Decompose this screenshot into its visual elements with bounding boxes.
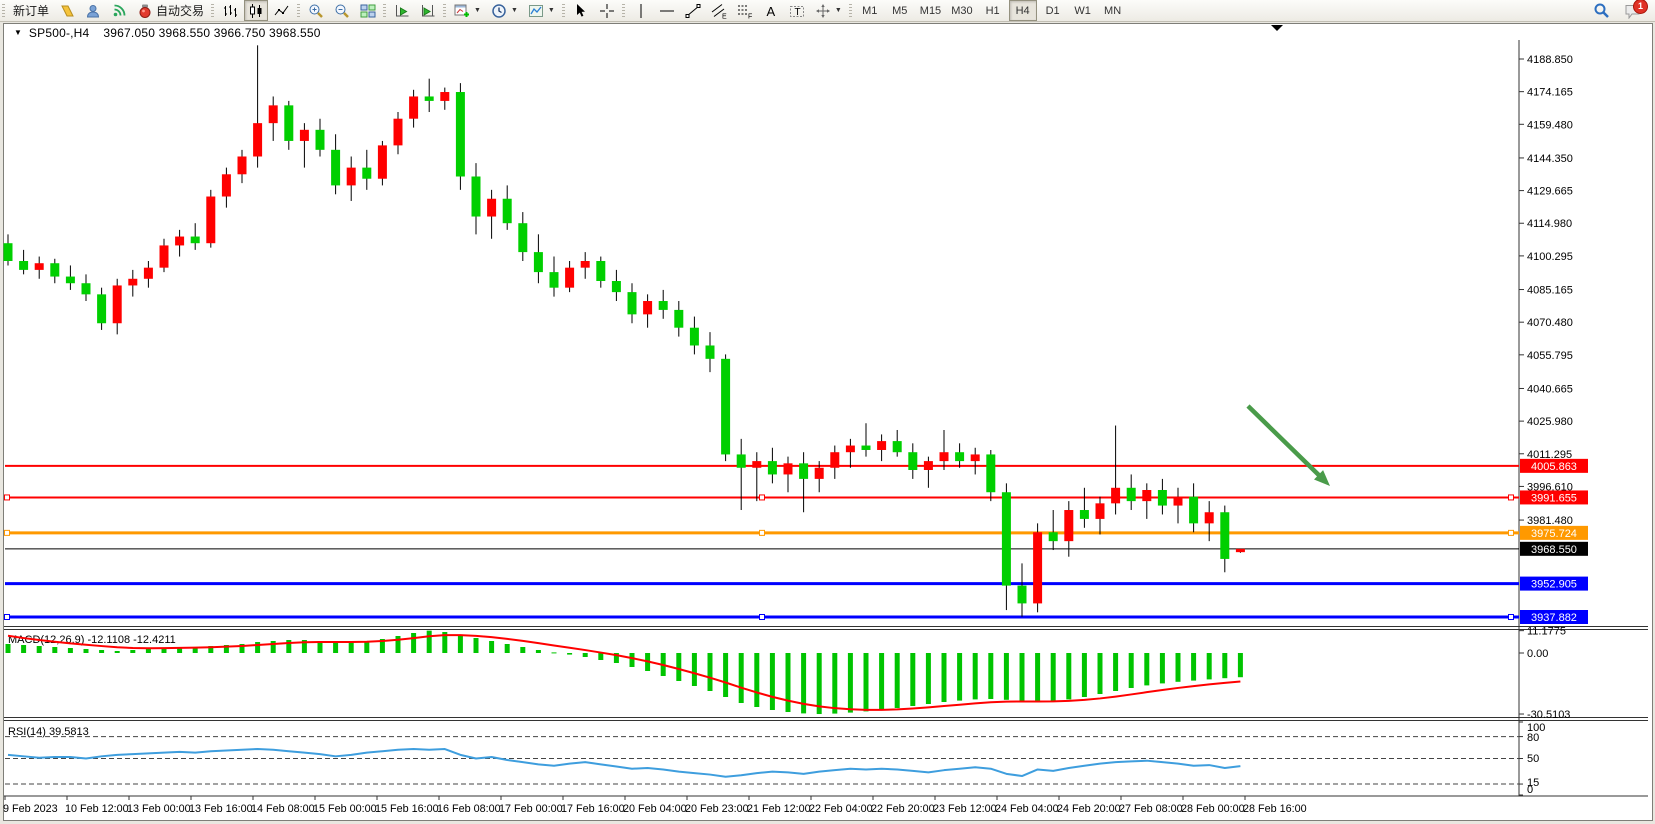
zoom-out-icon — [334, 3, 350, 19]
notification-badge: 1 — [1633, 0, 1648, 14]
svg-text:A: A — [766, 4, 775, 19]
chart-ohlc-values: 3967.050 3968.550 3966.750 3968.550 — [103, 26, 320, 40]
auto-scroll-button[interactable] — [390, 0, 414, 21]
bar-chart-button[interactable] — [218, 0, 242, 21]
channel-button[interactable]: E — [707, 0, 731, 21]
text-label-button[interactable]: T — [785, 0, 809, 21]
chart-symbol-period: SP500-,H4 — [29, 26, 90, 40]
chart-shift-button[interactable] — [416, 0, 440, 21]
candlestick-icon — [248, 3, 264, 19]
news-icon — [111, 3, 127, 19]
crosshair-button[interactable] — [595, 0, 619, 21]
vline-icon — [633, 3, 649, 19]
text-button[interactable]: A — [759, 0, 783, 21]
new-order-button-label: 新订单 — [13, 2, 49, 19]
templates-button[interactable]: ▼ — [524, 0, 559, 21]
tf-m5-button-label: M5 — [892, 5, 907, 17]
tile-windows-icon — [360, 3, 376, 19]
candlestick-button[interactable] — [244, 0, 268, 21]
toolbar-group-trade: 新订单 自动交易 — [0, 0, 209, 22]
tf-m1-button-label: M1 — [862, 5, 877, 17]
crosshair-icon — [599, 3, 615, 19]
dropdown-caret-icon[interactable]: ▼ — [548, 7, 555, 14]
toolbar-group-objects: E F A T ▼ — [620, 0, 847, 22]
arrows-button[interactable]: ▼ — [811, 0, 846, 21]
trendline-icon — [685, 3, 701, 19]
bar-chart-icon — [222, 3, 238, 19]
svg-text:F: F — [748, 13, 752, 19]
tf-mn-button[interactable]: MN — [1099, 0, 1127, 21]
fibonacci-button[interactable]: F — [733, 0, 757, 21]
cursor-button[interactable] — [569, 0, 593, 21]
auto-scroll-icon — [394, 3, 410, 19]
fibonacci-icon: F — [737, 3, 753, 19]
cursor-icon — [573, 3, 589, 19]
toolbar-group-scroll — [381, 0, 441, 22]
tile-windows-button[interactable] — [356, 0, 380, 21]
horizontal-line-button[interactable] — [655, 0, 679, 21]
tf-mn-button-label: MN — [1104, 5, 1121, 17]
tf-d1-button[interactable]: D1 — [1039, 0, 1067, 21]
zoom-in-button[interactable] — [304, 0, 328, 21]
new-chart-icon — [454, 3, 470, 19]
tf-w1-button[interactable]: W1 — [1069, 0, 1097, 21]
tf-m15-button-label: M15 — [920, 5, 941, 17]
tf-m5-button[interactable]: M5 — [886, 0, 914, 21]
tf-h4-button-label: H4 — [1016, 5, 1030, 17]
dropdown-caret-icon[interactable]: ▼ — [474, 7, 481, 14]
tf-m15-button[interactable]: M15 — [916, 0, 945, 21]
community-button[interactable] — [81, 0, 105, 21]
chart-titlebar[interactable]: ▼ SP500-,H4 3967.050 3968.550 3966.750 3… — [4, 24, 1652, 41]
svg-text:E: E — [722, 13, 727, 19]
zoom-out-button[interactable] — [330, 0, 354, 21]
toolbar-right: 1 — [1588, 0, 1655, 21]
tf-m30-button-label: M30 — [951, 5, 972, 17]
toolbar-group-new: ▼ ▼ ▼ — [441, 0, 560, 22]
autotrading-icon — [137, 3, 153, 19]
toolbar-group-timeframes: M1 M5 M15 M30 H1 H4 D1 W1 MN — [847, 0, 1128, 22]
new-order-button[interactable]: 新订单 — [9, 0, 53, 21]
toolbar-group-chart-type — [209, 0, 295, 22]
text-icon: A — [763, 3, 779, 19]
metaeditor-button[interactable] — [55, 0, 79, 21]
vertical-line-button[interactable] — [629, 0, 653, 21]
dropdown-caret-icon[interactable]: ▼ — [511, 7, 518, 14]
template-icon — [528, 3, 544, 19]
channel-icon: E — [711, 3, 727, 19]
main-toolbar: 新订单 自动交易 ▼ ▼ ▼ E F A T ▼ M1 M5 M15 M30 H1 H4 D1 W1 MN 1 — [0, 0, 1655, 22]
tf-m1-button[interactable]: M1 — [856, 0, 884, 21]
line-chart-icon — [274, 3, 290, 19]
metaquotes-icon — [59, 3, 75, 19]
news-button[interactable] — [107, 0, 131, 21]
toolbar-group-pointer — [560, 0, 620, 22]
text-label-icon: T — [789, 3, 805, 19]
symbol-dropdown-icon[interactable]: ▼ — [14, 28, 22, 37]
autotrading-button-label: 自动交易 — [156, 2, 204, 19]
autotrading-button[interactable]: 自动交易 — [133, 0, 208, 21]
chart-shift-icon — [420, 3, 436, 19]
dropdown-caret-icon[interactable]: ▼ — [835, 7, 842, 14]
tf-w1-button-label: W1 — [1074, 5, 1091, 17]
svg-text:T: T — [794, 7, 800, 18]
search-icon — [1593, 2, 1610, 19]
trendline-button[interactable] — [681, 0, 705, 21]
line-chart-button[interactable] — [270, 0, 294, 21]
tf-h1-button[interactable]: H1 — [979, 0, 1007, 21]
tf-m30-button[interactable]: M30 — [947, 0, 976, 21]
profiles-button[interactable]: ▼ — [487, 0, 522, 21]
notifications-button[interactable]: 1 — [1616, 0, 1646, 21]
toolbar-group-zoom — [295, 0, 381, 22]
zoom-in-icon — [308, 3, 324, 19]
tf-d1-button-label: D1 — [1046, 5, 1060, 17]
search-button[interactable] — [1589, 0, 1614, 21]
new-chart-button[interactable]: ▼ — [450, 0, 485, 21]
community-icon — [85, 3, 101, 19]
chart-window: ▼ SP500-,H4 3967.050 3968.550 3966.750 3… — [3, 23, 1653, 821]
profiles-icon — [491, 3, 507, 19]
hline-icon — [659, 3, 675, 19]
tf-h4-button[interactable]: H4 — [1009, 0, 1037, 21]
shapes-icon — [815, 3, 831, 19]
tf-h1-button-label: H1 — [986, 5, 1000, 17]
